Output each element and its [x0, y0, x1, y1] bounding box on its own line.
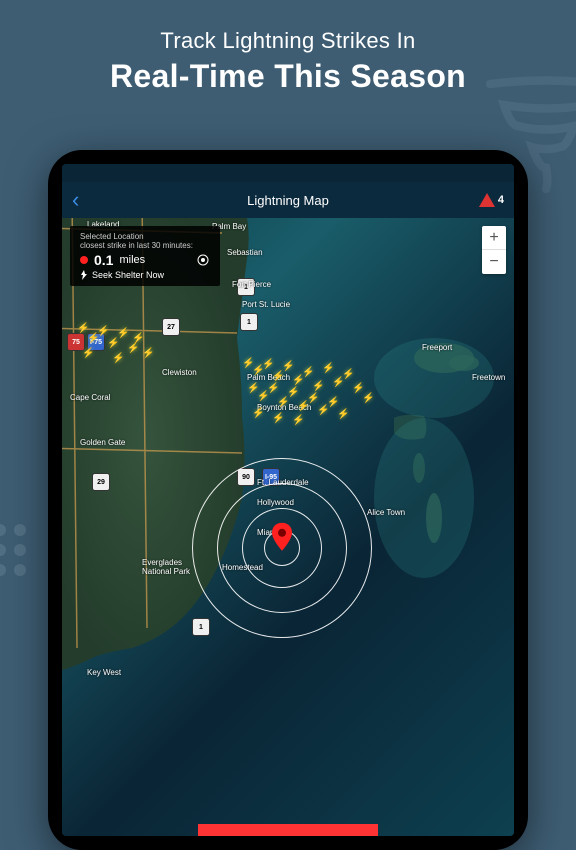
- map[interactable]: 75 I-75 27 1 1 I-95 90 1 29 Lakeland Pal…: [62, 218, 514, 836]
- city-label: Freetown: [472, 373, 505, 382]
- strike-info-panel: Selected Location closest strike in last…: [70, 226, 220, 286]
- strike-distance: 0.1: [94, 252, 113, 268]
- tablet-screen: ‹ Lightning Map 4: [62, 164, 514, 836]
- promo-header: Track Lightning Strikes In Real-Time Thi…: [0, 0, 576, 95]
- page-title: Lightning Map: [247, 193, 329, 208]
- city-label: Fort Pierce: [232, 280, 271, 289]
- bottom-toolbar[interactable]: [198, 824, 378, 836]
- zoom-in-button[interactable]: +: [482, 226, 506, 250]
- city-label: Sebastian: [227, 248, 263, 257]
- back-button[interactable]: ‹: [72, 187, 79, 213]
- alert-badge[interactable]: 4: [479, 193, 504, 207]
- highway-shield: 1: [240, 313, 258, 331]
- warning-icon: [479, 193, 495, 207]
- target-icon: [196, 253, 210, 267]
- city-label: Key West: [87, 668, 121, 677]
- info-closest-label: closest strike in last 30 minutes:: [80, 241, 210, 250]
- dots-decoration: [0, 520, 50, 600]
- tablet-frame: ‹ Lightning Map 4: [48, 150, 528, 850]
- promo-title: Real-Time This Season: [0, 58, 576, 95]
- strike-dot-icon: [80, 256, 88, 264]
- status-bar: [62, 164, 514, 182]
- highway-shield: 29: [92, 473, 110, 491]
- highway-shield: 27: [162, 318, 180, 336]
- lightning-cluster: ⚡⚡⚡⚡⚡⚡⚡⚡⚡⚡⚡⚡ ⚡⚡⚡⚡⚡⚡⚡⚡⚡⚡ ⚡⚡⚡⚡: [237, 353, 377, 433]
- city-label: Clewiston: [162, 368, 197, 377]
- city-label: Freeport: [422, 343, 452, 352]
- promo-subtitle: Track Lightning Strikes In: [0, 28, 576, 54]
- app-header: ‹ Lightning Map 4: [62, 182, 514, 218]
- zoom-out-button[interactable]: −: [482, 250, 506, 274]
- lightning-icon: [80, 270, 88, 280]
- zoom-controls: + −: [482, 226, 506, 274]
- radar-rings: [192, 458, 372, 638]
- location-pin-icon: [272, 523, 292, 551]
- city-label: Golden Gate: [80, 438, 125, 447]
- strike-unit: miles: [119, 254, 145, 266]
- city-label: Alice Town: [367, 508, 405, 517]
- info-selected-label: Selected Location: [80, 232, 210, 241]
- city-label: Port St. Lucie: [242, 300, 290, 309]
- city-label: Everglades National Park: [142, 558, 190, 576]
- seek-shelter-label: Seek Shelter Now: [92, 270, 164, 280]
- city-label: Cape Coral: [70, 393, 110, 402]
- lightning-cluster: ⚡⚡⚡⚡⚡⚡⚡⚡⚡⚡: [72, 318, 162, 378]
- alert-count: 4: [498, 194, 504, 206]
